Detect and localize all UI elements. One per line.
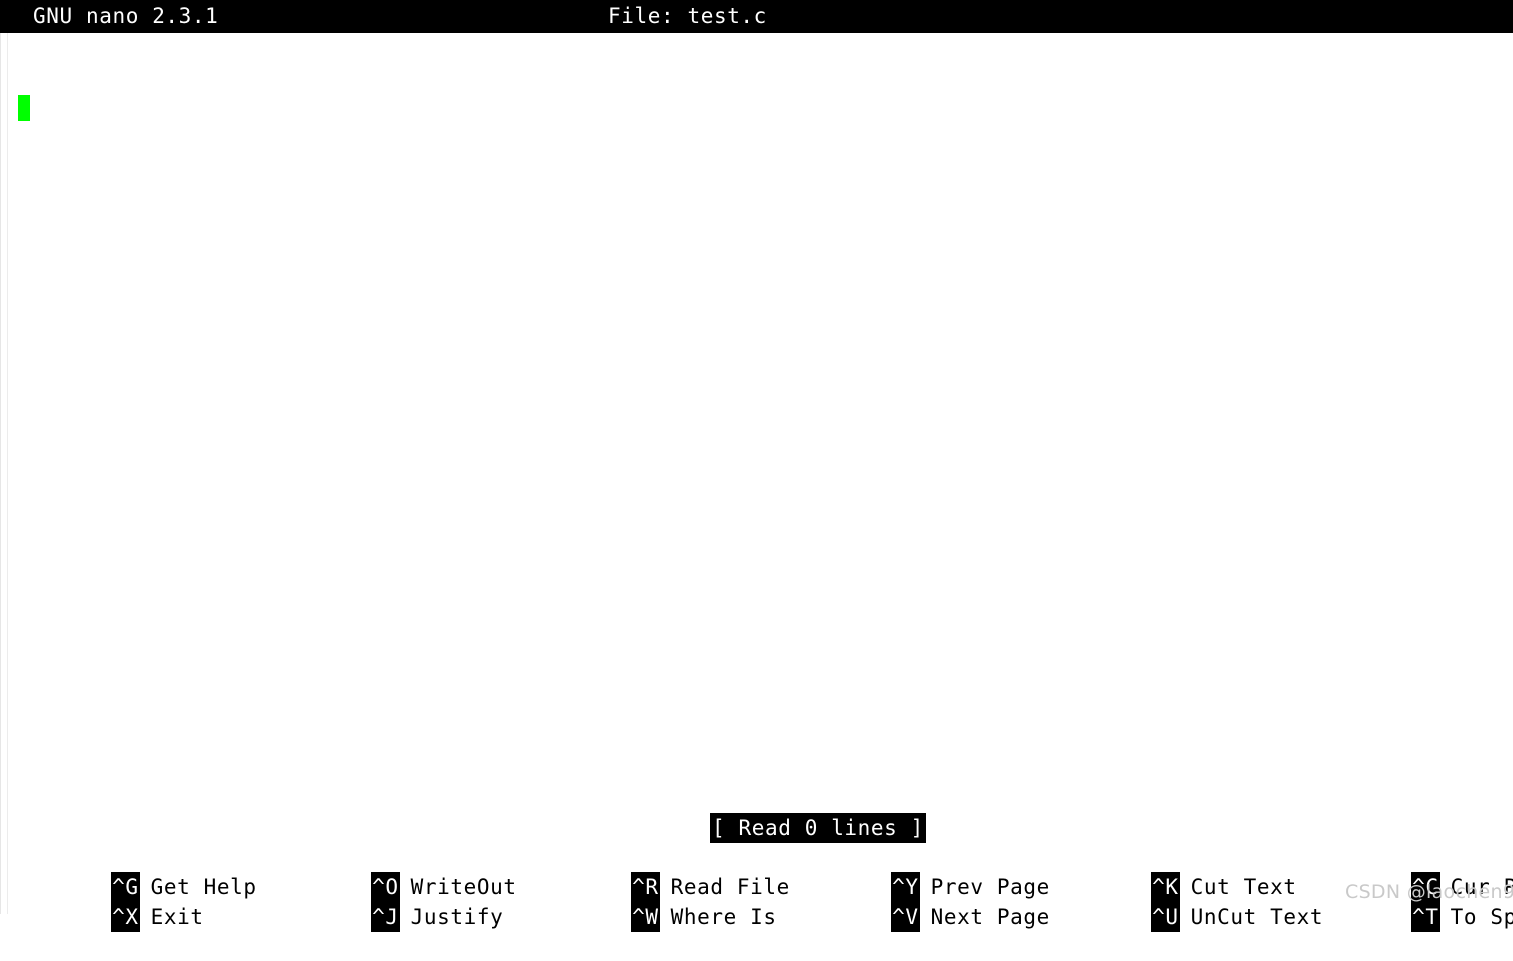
- nano-title-bar: GNU nano 2.3.1 File: test.c: [0, 0, 1513, 33]
- shortcut-column-1: ^O WriteOut ^J Justify: [270, 843, 530, 932]
- shortcut-column-0: ^G Get Help ^X Exit: [10, 843, 270, 932]
- shortcut-where-is[interactable]: ^W Where Is: [530, 873, 777, 932]
- shortcut-key-label: ^J: [371, 902, 400, 932]
- shortcut-exit[interactable]: ^X Exit: [10, 873, 204, 932]
- shortcut-cut-text[interactable]: ^K Cut Text: [1050, 843, 1297, 902]
- shortcut-action-label: Exit: [150, 905, 204, 929]
- nano-status-line: [ Read 0 lines ]: [0, 813, 1513, 843]
- shortcut-key-label: ^X: [111, 902, 140, 932]
- shortcut-writeout[interactable]: ^O WriteOut: [270, 843, 517, 902]
- shortcut-read-file[interactable]: ^R Read File: [530, 843, 790, 902]
- shortcut-key-label: ^W: [631, 902, 660, 932]
- shortcut-key-label: ^T: [1411, 902, 1440, 932]
- csdn-watermark: CSDN @laochen985: [1345, 881, 1513, 903]
- shortcut-column-2: ^R Read File ^W Where Is: [530, 843, 790, 932]
- shortcut-next-page[interactable]: ^V Next Page: [790, 873, 1050, 932]
- nano-edit-area[interactable]: [8, 33, 1513, 805]
- shortcut-justify[interactable]: ^J Justify: [270, 873, 503, 932]
- shortcut-action-label: Next Page: [930, 905, 1050, 929]
- nano-version-label: GNU nano 2.3.1: [33, 4, 219, 28]
- shortcut-action-label: UnCut Text: [1190, 905, 1324, 929]
- status-message: [ Read 0 lines ]: [710, 813, 926, 843]
- nano-terminal-window: GNU nano 2.3.1 File: test.c [ Read 0 lin…: [0, 0, 1513, 932]
- window-left-edge: [0, 33, 8, 914]
- shortcut-cur-pos[interactable]: ^CCur Pos: [1310, 843, 1513, 902]
- shortcut-action-label: Where Is: [670, 905, 777, 929]
- shortcut-action-label: Justify: [410, 905, 504, 929]
- shortcut-get-help[interactable]: ^G Get Help: [10, 843, 257, 902]
- shortcut-key-label: ^V: [891, 902, 920, 932]
- shortcut-uncut-text[interactable]: ^U UnCut Text: [1050, 873, 1323, 932]
- nano-shortcut-bar: ^G Get Help ^X Exit ^O WriteOut ^J Justify ^…: [0, 843, 1513, 932]
- shortcut-column-4: ^K Cut Text ^U UnCut Text: [1050, 843, 1322, 932]
- text-cursor: [18, 95, 30, 121]
- nano-filename-label: File: test.c: [608, 4, 767, 28]
- shortcut-key-label: ^U: [1151, 902, 1180, 932]
- shortcut-prev-page[interactable]: ^Y Prev Page: [790, 843, 1050, 902]
- shortcut-action-label: To Spell: [1450, 905, 1513, 929]
- shortcut-column-3: ^Y Prev Page ^V Next Page: [790, 843, 1050, 932]
